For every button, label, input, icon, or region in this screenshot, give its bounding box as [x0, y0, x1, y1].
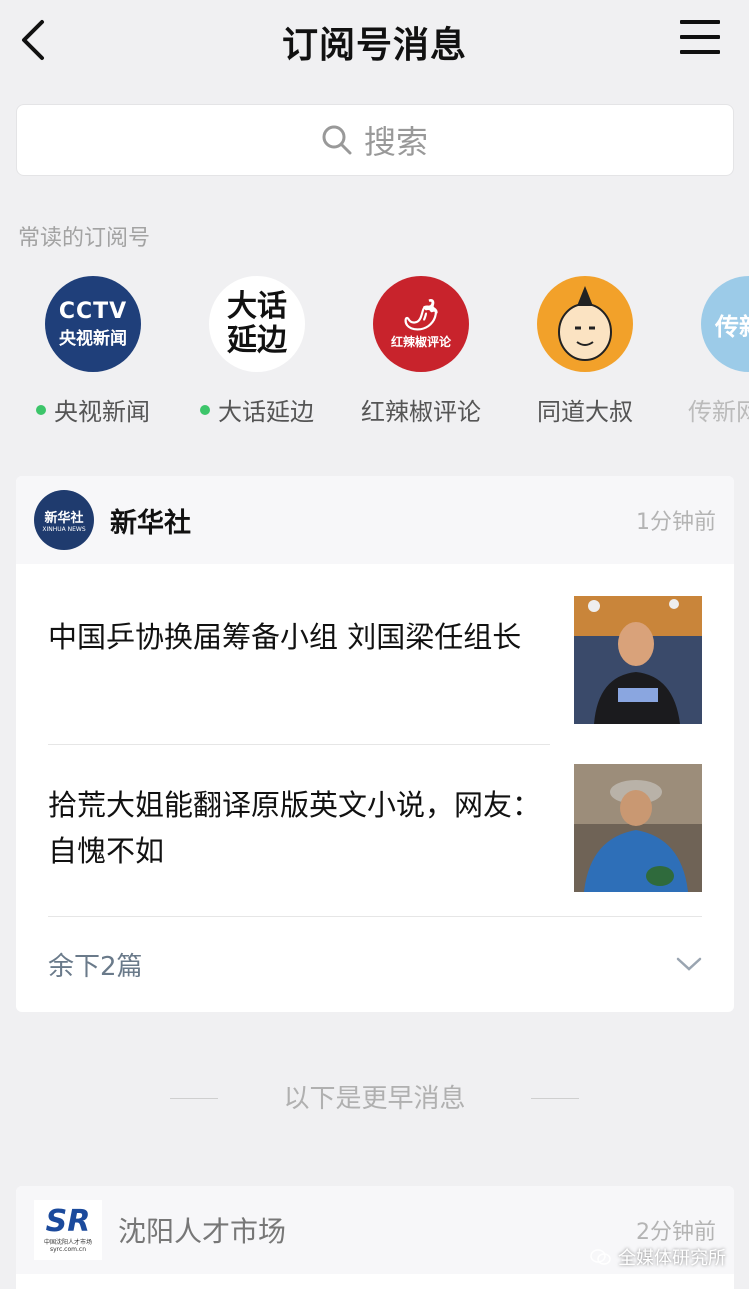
show-remaining-button[interactable]: 余下2篇 [48, 936, 702, 992]
article-title: 拾荒大姐能翻译原版英文小说，网友：自愧不如 [48, 788, 542, 868]
honglajiao-logo: 🌶 红辣椒评论 [373, 276, 469, 372]
tongdaodashu-avatar-icon [537, 276, 633, 372]
page-title: 订阅号消息 [281, 25, 467, 66]
watermark: 全媒体研究所 [590, 1244, 726, 1270]
publish-time: 2分钟前 [636, 1220, 716, 1245]
account-name: 同道大叔 [537, 398, 633, 426]
cctv-logo: CCTV 央视新闻 [45, 276, 141, 372]
pepper-icon: 🌶 [401, 298, 441, 333]
unread-dot [200, 404, 210, 415]
dahuayanbian-logo: 大话 延边 [209, 276, 305, 372]
article-item-1[interactable]: 中国乒协换届筹备小组 刘国梁任组长 [48, 596, 702, 736]
xinhua-avatar: 新华社 XINHUA NEWS [34, 490, 94, 550]
search-placeholder: 搜索 [363, 123, 428, 161]
account-item-tongdaodashu[interactable]: 同道大叔 [510, 270, 660, 427]
account-name: 大话延边 [218, 398, 314, 426]
publisher-header[interactable]: 新华社 XINHUA NEWS 新华社 1分钟前 [16, 476, 734, 564]
earlier-messages-separator: 以下是更早消息 [0, 1078, 749, 1115]
unread-dot [36, 404, 46, 415]
search-bar[interactable]: 搜索 [16, 104, 734, 176]
account-item-chuanxin[interactable]: 传新 传新网 [674, 270, 749, 427]
menu-button[interactable] [680, 20, 720, 60]
account-name: 红辣椒评论 [361, 398, 481, 426]
publish-time: 1分钟前 [636, 510, 716, 535]
article-thumbnail-1 [574, 596, 702, 724]
nav-bar: 订阅号消息 [0, 0, 749, 80]
article-title: 中国乒协换届筹备小组 刘国梁任组长 [48, 620, 522, 654]
divider [48, 916, 702, 917]
hamburger-icon [680, 20, 720, 24]
search-icon [322, 125, 352, 155]
publisher-name: 新华社 [110, 507, 191, 539]
account-name: 央视新闻 [54, 398, 150, 426]
publisher-card-xinhua: 新华社 XINHUA NEWS 新华社 1分钟前 中国乒协换届筹备小组 刘国梁任… [16, 476, 734, 1012]
divider [531, 1098, 579, 1099]
watermark-text: 全媒体研究所 [618, 1248, 726, 1269]
earlier-messages-label: 以下是更早消息 [283, 1084, 466, 1114]
frequent-accounts-row: CCTV 央视新闻 央视新闻 大话 延边 大话延边 🌶 红辣椒评论 红辣椒评论 … [0, 270, 749, 430]
sy-mark-icon: SR [45, 1204, 91, 1239]
publisher-name: 沈阳人才市场 [118, 1215, 287, 1248]
article-thumbnail-2 [574, 764, 702, 892]
account-item-honglajiao[interactable]: 🌶 红辣椒评论 红辣椒评论 [346, 270, 496, 427]
chevron-down-icon [676, 957, 702, 971]
divider [48, 744, 550, 745]
account-name: 传新网 [688, 398, 749, 426]
remaining-count-label: 余下2篇 [48, 951, 143, 982]
frequent-section-label: 常读的订阅号 [18, 226, 151, 251]
account-item-cctv[interactable]: CCTV 央视新闻 央视新闻 [18, 270, 168, 427]
chuanxin-logo: 传新 [701, 276, 749, 372]
article-item-2[interactable]: 拾荒大姐能翻译原版英文小说，网友：自愧不如 [48, 764, 702, 904]
publisher-card-shenyang: SR 中国沈阳人才市场 syrc.com.cn 沈阳人才市场 2分钟前 [16, 1186, 734, 1289]
shenyang-logo: SR 中国沈阳人才市场 syrc.com.cn [34, 1200, 102, 1260]
account-item-dahuayanbian[interactable]: 大话 延边 大话延边 [182, 270, 332, 427]
divider [170, 1098, 218, 1099]
wechat-icon [590, 1249, 611, 1265]
